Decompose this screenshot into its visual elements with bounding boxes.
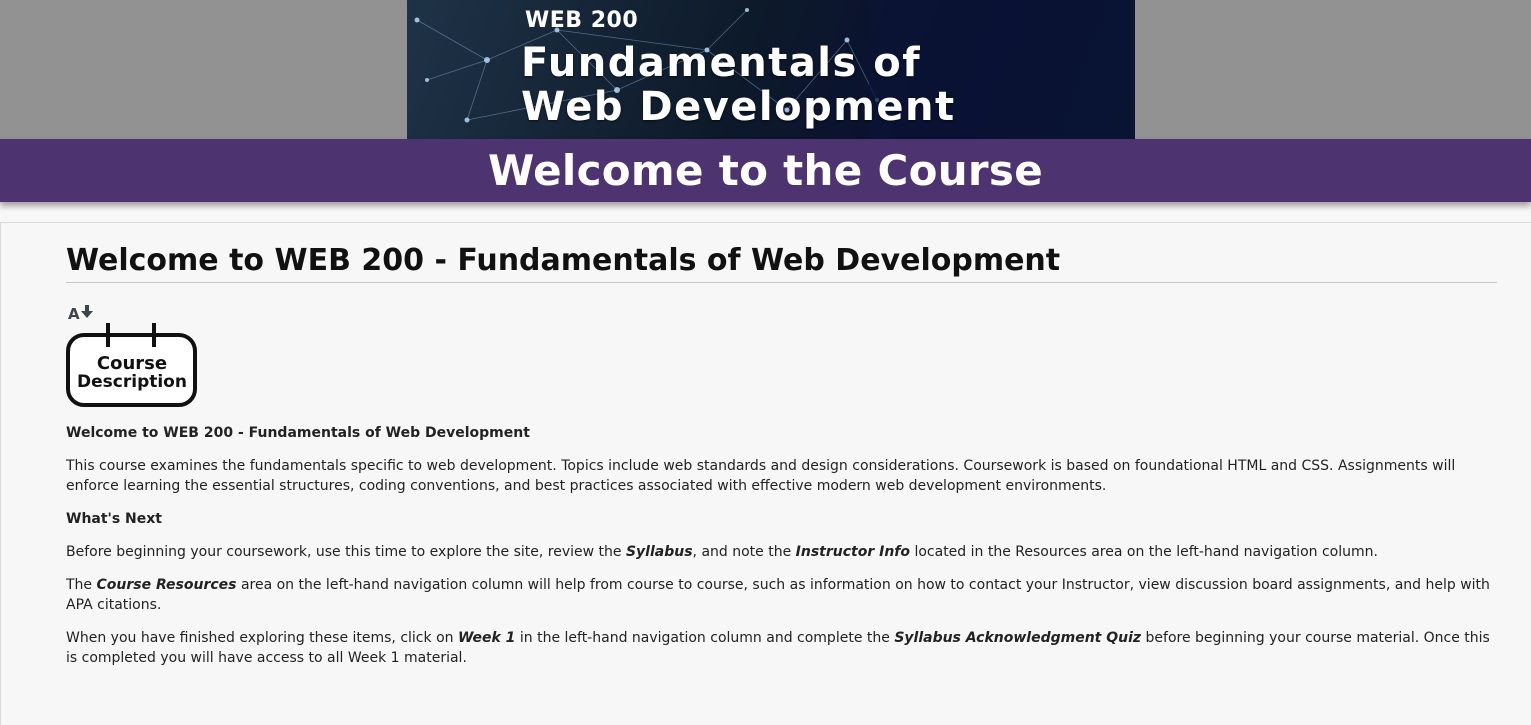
course-resources-ref: Course Resources xyxy=(96,577,237,593)
svg-text:A: A xyxy=(68,305,80,321)
paragraph-resources: The Course Resources area on the left-ha… xyxy=(66,577,1490,613)
instructor-info-ref: Instructor Info xyxy=(795,544,911,560)
content-area: Welcome to WEB 200 - Fundamentals of Web… xyxy=(0,222,1531,725)
badge-line2: Description xyxy=(77,372,187,392)
banner-title-line1: Fundamentals of xyxy=(521,40,922,86)
syllabus-quiz-ref: Syllabus Acknowledgment Quiz xyxy=(894,630,1142,646)
course-description-icon: Course Description xyxy=(66,323,197,407)
banner-title-line2: Web Development xyxy=(521,84,956,130)
paragraph-week1: When you have finished exploring these i… xyxy=(66,630,1490,666)
paragraph-explore: Before beginning your coursework, use th… xyxy=(66,544,1378,560)
week1-ref: Week 1 xyxy=(457,630,516,646)
course-banner-image: WEB 200 Fundamentals of Web Development xyxy=(407,0,1135,140)
syllabus-ref: Syllabus xyxy=(625,544,693,560)
page-title: Welcome to WEB 200 - Fundamentals of Web… xyxy=(66,243,1497,283)
badge-line1: Course xyxy=(97,353,167,374)
text-size-icon[interactable]: A xyxy=(68,303,96,321)
whats-next-heading: What's Next xyxy=(66,511,162,527)
welcome-bar: Welcome to the Course xyxy=(0,139,1531,202)
intro-paragraph: This course examines the fundamentals sp… xyxy=(66,458,1456,494)
course-description: Welcome to WEB 200 - Fundamentals of Web… xyxy=(66,423,1497,681)
intro-heading: Welcome to WEB 200 - Fundamentals of Web… xyxy=(66,425,530,441)
banner-course-code: WEB 200 xyxy=(525,8,639,33)
welcome-title: Welcome to the Course xyxy=(487,146,1044,195)
